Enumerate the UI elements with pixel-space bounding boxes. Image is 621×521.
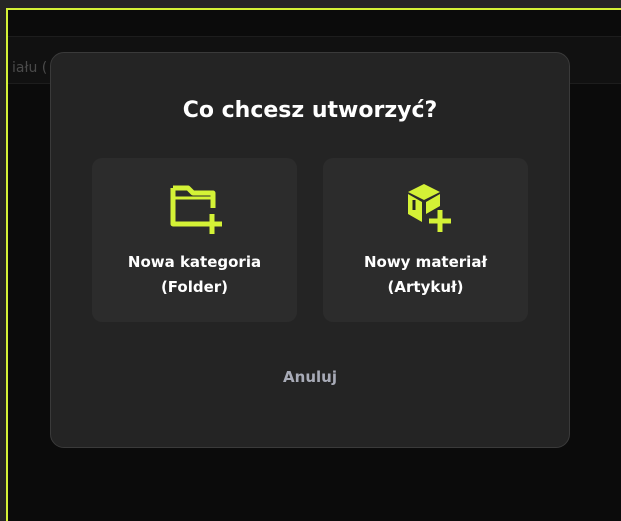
cancel-button[interactable]: Anuluj — [283, 368, 337, 386]
new-category-label: Nowa kategoria (Folder) — [127, 253, 262, 296]
create-dialog: Co chcesz utworzyć? Nowa kategoria (Fold… — [50, 52, 570, 448]
new-material-option[interactable]: Nowy materiał (Artykuł) — [323, 158, 528, 322]
new-material-label: Nowy materiał (Artykuł) — [363, 253, 488, 296]
folder-plus-icon — [170, 185, 222, 234]
background-partial-text: iału ( — [12, 60, 48, 76]
box-plus-icon — [407, 184, 451, 232]
dialog-title: Co chcesz utworzyć? — [182, 98, 438, 123]
new-category-option[interactable]: Nowa kategoria (Folder) — [92, 158, 297, 322]
